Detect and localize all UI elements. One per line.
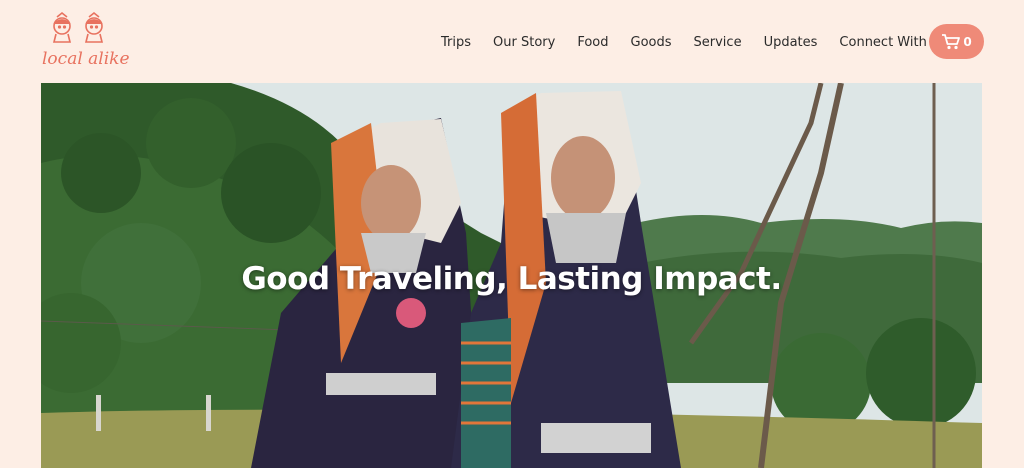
hero-title: Good Traveling, Lasting Impact. <box>241 261 782 297</box>
nav-item-our-story[interactable]: Our Story <box>493 35 555 50</box>
nav-item-updates[interactable]: Updates <box>764 35 818 50</box>
site-header: local alike Trips Our Story Food Goods S… <box>0 0 1024 83</box>
nav-item-food[interactable]: Food <box>577 35 608 50</box>
cart-button[interactable]: 0 <box>929 24 984 59</box>
nav-item-goods[interactable]: Goods <box>631 35 672 50</box>
cart-icon <box>942 34 961 50</box>
nav-item-service[interactable]: Service <box>694 35 742 50</box>
main-nav: Trips Our Story Food Goods Service Updat… <box>430 32 958 52</box>
hero-banner: Good Traveling, Lasting Impact. <box>41 83 982 468</box>
logo-figure-right-icon <box>84 11 104 43</box>
cart-count: 0 <box>963 34 972 49</box>
nav-item-trips[interactable]: Trips <box>441 35 471 50</box>
brand-name[interactable]: local alike <box>42 49 130 69</box>
logo-figure-left-icon <box>52 11 72 43</box>
